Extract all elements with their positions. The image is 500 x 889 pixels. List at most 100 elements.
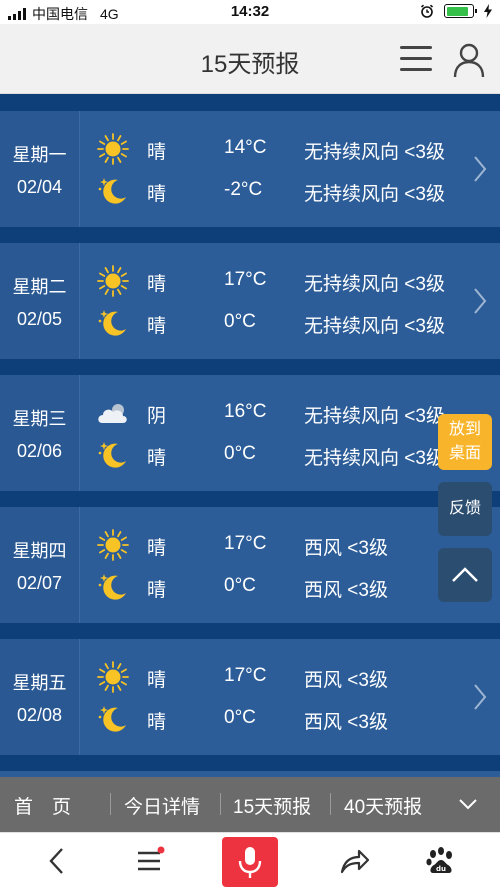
night-row: 晴 0°C 西风 <3级 [80,567,500,607]
condition-text: 阴 [147,406,167,427]
menu-icon[interactable] [134,845,166,877]
browser-toolbar: du [0,832,500,889]
date-column: 星期一 02/04 [0,111,80,227]
moon-icon [98,442,126,468]
condition-text: 晴 [147,274,167,295]
condition-text: 晴 [147,712,167,733]
condition-text: 晴 [147,448,167,469]
temperature-text: 0°C [224,707,256,728]
forecast-day-card[interactable]: 星期四 02/07 晴 17°C 西风 <3级晴 0°C 西风 <3级 [0,507,500,623]
status-right [420,4,492,18]
wind-text: 西风 <3级 [304,538,388,559]
cloud-icon [98,404,127,423]
weekday-label: 星期二 [12,277,67,297]
date-label: 02/06 [16,441,63,461]
nav-tabs: 首 页 今日详情 15天预报 40天预报 [0,777,500,832]
weekday-label: 星期五 [12,673,67,693]
tab-divider [110,793,111,815]
temperature-text: 0°C [224,443,256,464]
temperature-text: 0°C [224,575,256,596]
voice-search-button[interactable] [222,837,278,887]
date-column: 星期五 02/08 [0,639,80,755]
hamburger-icon[interactable] [400,46,432,74]
moon-icon [98,178,126,204]
date-column: 星期四 02/07 [0,507,80,623]
svg-text:du: du [436,865,446,873]
status-bar: 中国电信 4G 14:32 [0,0,500,24]
temperature-text: 16°C [224,401,267,422]
charging-icon [484,4,492,18]
moon-icon [98,310,126,336]
tab-today-detail[interactable]: 今日详情 [124,792,200,819]
condition-text: 晴 [147,142,167,163]
add-to-desktop-line1: 放到 [448,421,481,438]
temperature-text: 14°C [224,137,267,158]
condition-text: 晴 [147,670,167,691]
temperature-text: 0°C [224,311,256,332]
wind-text: 无持续风向 <3级 [304,142,445,163]
night-row: 晴 0°C 西风 <3级 [80,699,500,739]
weekday-label: 星期一 [12,145,67,165]
baidu-paw-icon[interactable]: du [424,845,456,877]
tab-15day[interactable]: 15天预报 [233,792,311,819]
date-column: 星期二 02/05 [0,243,80,359]
chevron-right-icon[interactable] [470,151,490,187]
temperature-text: 17°C [224,269,267,290]
weekday-label: 星期三 [12,409,67,429]
forecast-day-card[interactable]: 星期五 02/08 晴 17°C 西风 <3级晴 0°C 西风 <3级 [0,639,500,755]
tab-40day[interactable]: 40天预报 [344,792,422,819]
day-row: 晴 17°C 西风 <3级 [80,525,500,565]
wind-text: 无持续风向 <3级 [304,274,445,295]
day-row: 晴 14°C 无持续风向 <3级 [80,129,500,169]
wind-text: 西风 <3级 [304,670,388,691]
wind-text: 无持续风向 <3级 [304,448,445,469]
forecast-day-card[interactable]: 星期二 02/05 晴 17°C 无持续风向 <3级晴 0°C 无持续风向 <3级 [0,243,500,359]
date-label: 02/04 [16,177,63,197]
condition-text: 晴 [147,580,167,601]
condition-text: 晴 [147,184,167,205]
tab-divider [220,793,221,815]
chevron-right-icon[interactable] [470,283,490,319]
condition-text: 晴 [147,538,167,559]
battery-icon [444,4,477,18]
share-icon[interactable] [338,845,370,877]
add-to-desktop-line2: 桌面 [448,445,481,462]
forecast-day-card[interactable]: 星期三 02/06 阴 16°C 无持续风向 <3级晴 0°C 无持续风向 <3级 [0,375,500,491]
temperature-text: 17°C [224,665,267,686]
moon-icon [98,574,126,600]
date-label: 02/07 [16,573,63,593]
wind-text: 西风 <3级 [304,580,388,601]
night-row: 晴 0°C 无持续风向 <3级 [80,435,500,475]
date-label: 02/08 [16,705,63,725]
day-row: 阴 16°C 无持续风向 <3级 [80,393,500,433]
chevron-up-icon [452,567,478,582]
temperature-text: 17°C [224,533,267,554]
chevron-right-icon[interactable] [470,679,490,715]
wind-text: 无持续风向 <3级 [304,184,445,205]
add-to-desktop-button[interactable]: 放到 桌面 [438,414,492,470]
day-row: 晴 17°C 西风 <3级 [80,657,500,697]
sun-icon [97,265,129,297]
forecast-list[interactable]: 星期一 02/04 晴 14°C 无持续风向 <3级晴 -2°C 无持续风向 <3级 星期二 0… [0,95,500,777]
wind-text: 西风 <3级 [304,712,388,733]
wind-text: 无持续风向 <3级 [304,316,445,337]
sun-icon [97,661,129,693]
day-row: 晴 17°C 无持续风向 <3级 [80,261,500,301]
night-row: 晴 -2°C 无持续风向 <3级 [80,171,500,211]
temperature-text: -2°C [224,179,263,200]
feedback-button[interactable]: 反馈 [438,482,492,536]
alarm-icon [420,4,434,18]
back-icon[interactable] [42,845,74,877]
tab-home[interactable]: 首 页 [14,792,71,819]
user-icon[interactable] [452,42,486,78]
condition-text: 晴 [147,316,167,337]
moon-icon [98,706,126,732]
forecast-day-card[interactable]: 星期一 02/04 晴 14°C 无持续风向 <3级晴 -2°C 无持续风向 <3级 [0,111,500,227]
chevron-down-icon[interactable] [458,797,478,811]
date-column: 星期三 02/06 [0,375,80,491]
sun-icon [97,133,129,165]
back-to-top-button[interactable] [438,548,492,602]
tab-divider [330,793,331,815]
microphone-icon [238,847,262,878]
sun-icon [97,529,129,561]
